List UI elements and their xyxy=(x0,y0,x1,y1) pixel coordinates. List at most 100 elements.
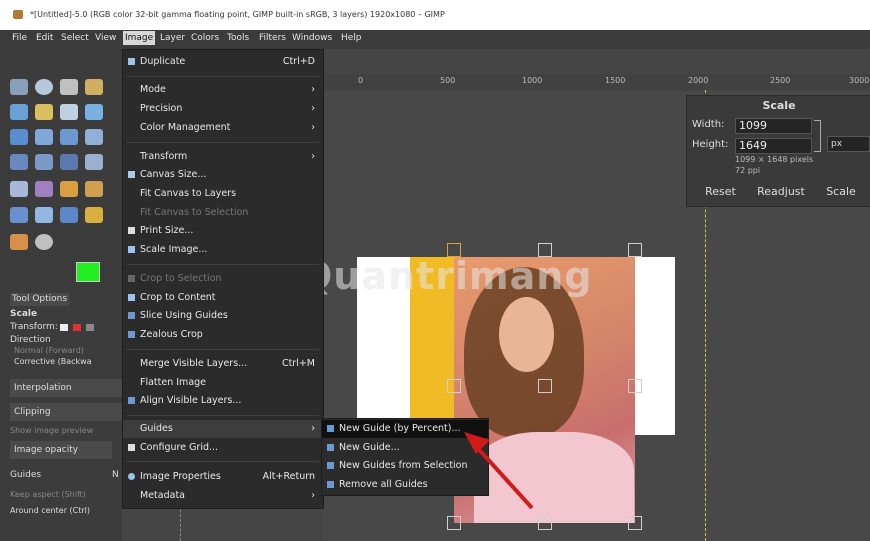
unified-transform-icon[interactable] xyxy=(60,129,78,145)
menu-item-crop-selection[interactable]: Crop to Selection xyxy=(123,270,323,288)
menu-item-duplicate[interactable]: Duplicate Ctrl+D xyxy=(123,53,323,71)
transform-handle[interactable] xyxy=(538,379,552,393)
width-input[interactable]: 1099 xyxy=(735,118,812,134)
foreground-color-swatch[interactable] xyxy=(76,262,100,282)
window-title: *[Untitled]-5.0 (RGB color 32-bit gamma … xyxy=(30,10,445,19)
menu-item-scale-image[interactable]: Scale Image... xyxy=(123,241,323,259)
menu-item-flatten[interactable]: Flatten Image xyxy=(123,374,323,392)
menu-image[interactable]: Image xyxy=(123,31,156,45)
gimp-app-icon xyxy=(13,10,23,19)
dodge-burn-icon[interactable] xyxy=(85,207,103,223)
tool-options-tab[interactable]: Tool Options xyxy=(10,293,70,306)
ellipse-select-icon[interactable] xyxy=(35,79,53,95)
menu-item-configure-grid[interactable]: Configure Grid... xyxy=(123,439,323,457)
menu-item-fit-canvas-layers[interactable]: Fit Canvas to Layers xyxy=(123,185,323,203)
readjust-button[interactable]: Readjust xyxy=(751,183,811,201)
menu-item-guides[interactable]: Guides › xyxy=(123,420,323,438)
zealous-crop-icon xyxy=(128,331,135,338)
free-select-icon[interactable] xyxy=(60,79,78,95)
height-label: Height: xyxy=(692,139,729,150)
height-input[interactable]: 1649 xyxy=(735,138,812,154)
menu-item-slice-guides[interactable]: Slice Using Guides xyxy=(123,307,323,325)
menu-item-zealous-crop[interactable]: Zealous Crop xyxy=(123,326,323,344)
menu-file[interactable]: File xyxy=(10,33,29,43)
rect-select-icon[interactable] xyxy=(10,79,28,95)
clone-icon[interactable] xyxy=(35,207,53,223)
direction-corrective-radio[interactable]: Corrective (Backwa xyxy=(14,357,92,366)
smudge-icon[interactable] xyxy=(60,207,78,223)
menu-item-precision[interactable]: Precision › xyxy=(123,100,323,118)
transform-label: Transform: xyxy=(10,322,58,332)
airbrush-icon[interactable] xyxy=(10,207,28,223)
menu-colors[interactable]: Colors xyxy=(189,33,221,43)
image-opacity-slider[interactable]: Image opacity xyxy=(10,441,112,459)
reset-button[interactable]: Reset xyxy=(693,183,748,201)
align-icon[interactable] xyxy=(10,129,28,145)
menu-item-transform[interactable]: Transform › xyxy=(123,148,323,166)
paths-icon[interactable] xyxy=(35,104,53,120)
measure-icon[interactable] xyxy=(35,234,53,250)
scale-button[interactable]: Scale xyxy=(815,183,867,201)
menu-item-merge-visible[interactable]: Merge Visible Layers... Ctrl+M xyxy=(123,355,323,373)
unit-dropdown[interactable]: px xyxy=(827,136,870,152)
menu-item-align-visible[interactable]: Align Visible Layers... xyxy=(123,392,323,410)
menu-edit[interactable]: Edit xyxy=(34,33,55,43)
menu-item-print-size[interactable]: Print Size... xyxy=(123,222,323,240)
chevron-right-icon: › xyxy=(311,151,315,162)
window-titlebar: *[Untitled]-5.0 (RGB color 32-bit gamma … xyxy=(0,0,870,30)
fuzzy-select-icon[interactable] xyxy=(85,79,103,95)
transform-handle[interactable] xyxy=(447,379,461,393)
scale-icon[interactable] xyxy=(85,129,103,145)
chain-link-icon[interactable] xyxy=(814,120,821,152)
cage-icon[interactable] xyxy=(35,154,53,170)
bucket-fill-icon[interactable] xyxy=(60,154,78,170)
menu-select[interactable]: Select xyxy=(59,33,91,43)
crop-icon xyxy=(128,275,135,282)
menu-filters[interactable]: Filters xyxy=(257,33,288,43)
menubar: File Edit Select View Image Layer Colors… xyxy=(0,30,870,49)
transform-handle[interactable] xyxy=(628,243,642,257)
heal-icon[interactable] xyxy=(35,181,53,197)
menu-windows[interactable]: Windows xyxy=(290,33,334,43)
transform-handle[interactable] xyxy=(447,516,461,530)
transform-layer-icon[interactable] xyxy=(60,324,68,331)
menu-item-crop-content[interactable]: Crop to Content xyxy=(123,289,323,307)
menu-item-metadata[interactable]: Metadata › xyxy=(123,487,323,505)
resolution-info: 72 ppi xyxy=(735,166,761,175)
text-icon[interactable] xyxy=(10,181,28,197)
annotation-arrow-icon xyxy=(464,432,534,510)
clipping-label[interactable]: Clipping xyxy=(10,403,126,421)
menu-item-image-properties[interactable]: Image Properties Alt+Return xyxy=(123,468,323,486)
image-menu: Duplicate Ctrl+D Mode › Precision › Color M… xyxy=(122,49,324,509)
direction-normal-radio[interactable]: Normal (Forward) xyxy=(14,346,84,355)
crop-icon[interactable] xyxy=(35,129,53,145)
foreground-select-icon[interactable] xyxy=(10,104,28,120)
ruler-tick: 1500 xyxy=(605,76,626,85)
menu-item-fit-canvas-selection[interactable]: Fit Canvas to Selection xyxy=(123,204,323,222)
menu-item-mode[interactable]: Mode › xyxy=(123,81,323,99)
color-picker-icon[interactable] xyxy=(60,104,78,120)
perspective-clone-icon[interactable] xyxy=(10,234,28,250)
menu-tools[interactable]: Tools xyxy=(225,33,251,43)
transform-handle[interactable] xyxy=(628,379,642,393)
menu-view[interactable]: View xyxy=(93,33,118,43)
chevron-right-icon: › xyxy=(311,423,315,434)
keep-aspect-checkbox[interactable]: Keep aspect (Shift) xyxy=(10,490,86,499)
width-label: Width: xyxy=(692,119,725,130)
warp-icon[interactable] xyxy=(10,154,28,170)
guides-dropdown[interactable]: N xyxy=(112,470,119,480)
menu-help[interactable]: Help xyxy=(339,33,364,43)
interpolation-label[interactable]: Interpolation xyxy=(10,379,126,397)
transform-path-icon[interactable] xyxy=(86,324,94,331)
transform-handle[interactable] xyxy=(628,516,642,530)
zoom-icon[interactable] xyxy=(85,104,103,120)
menu-item-color-management[interactable]: Color Management › xyxy=(123,119,323,137)
around-center-checkbox[interactable]: Around center (Ctrl) xyxy=(10,506,90,515)
pencil-icon[interactable] xyxy=(60,181,78,197)
transform-selection-icon[interactable] xyxy=(73,324,81,331)
gradient-icon[interactable] xyxy=(85,154,103,170)
menu-item-canvas-size[interactable]: Canvas Size... xyxy=(123,166,323,184)
paintbrush-icon[interactable] xyxy=(85,181,103,197)
show-preview-checkbox[interactable]: Show image preview xyxy=(10,426,93,435)
menu-layer[interactable]: Layer xyxy=(158,33,187,43)
